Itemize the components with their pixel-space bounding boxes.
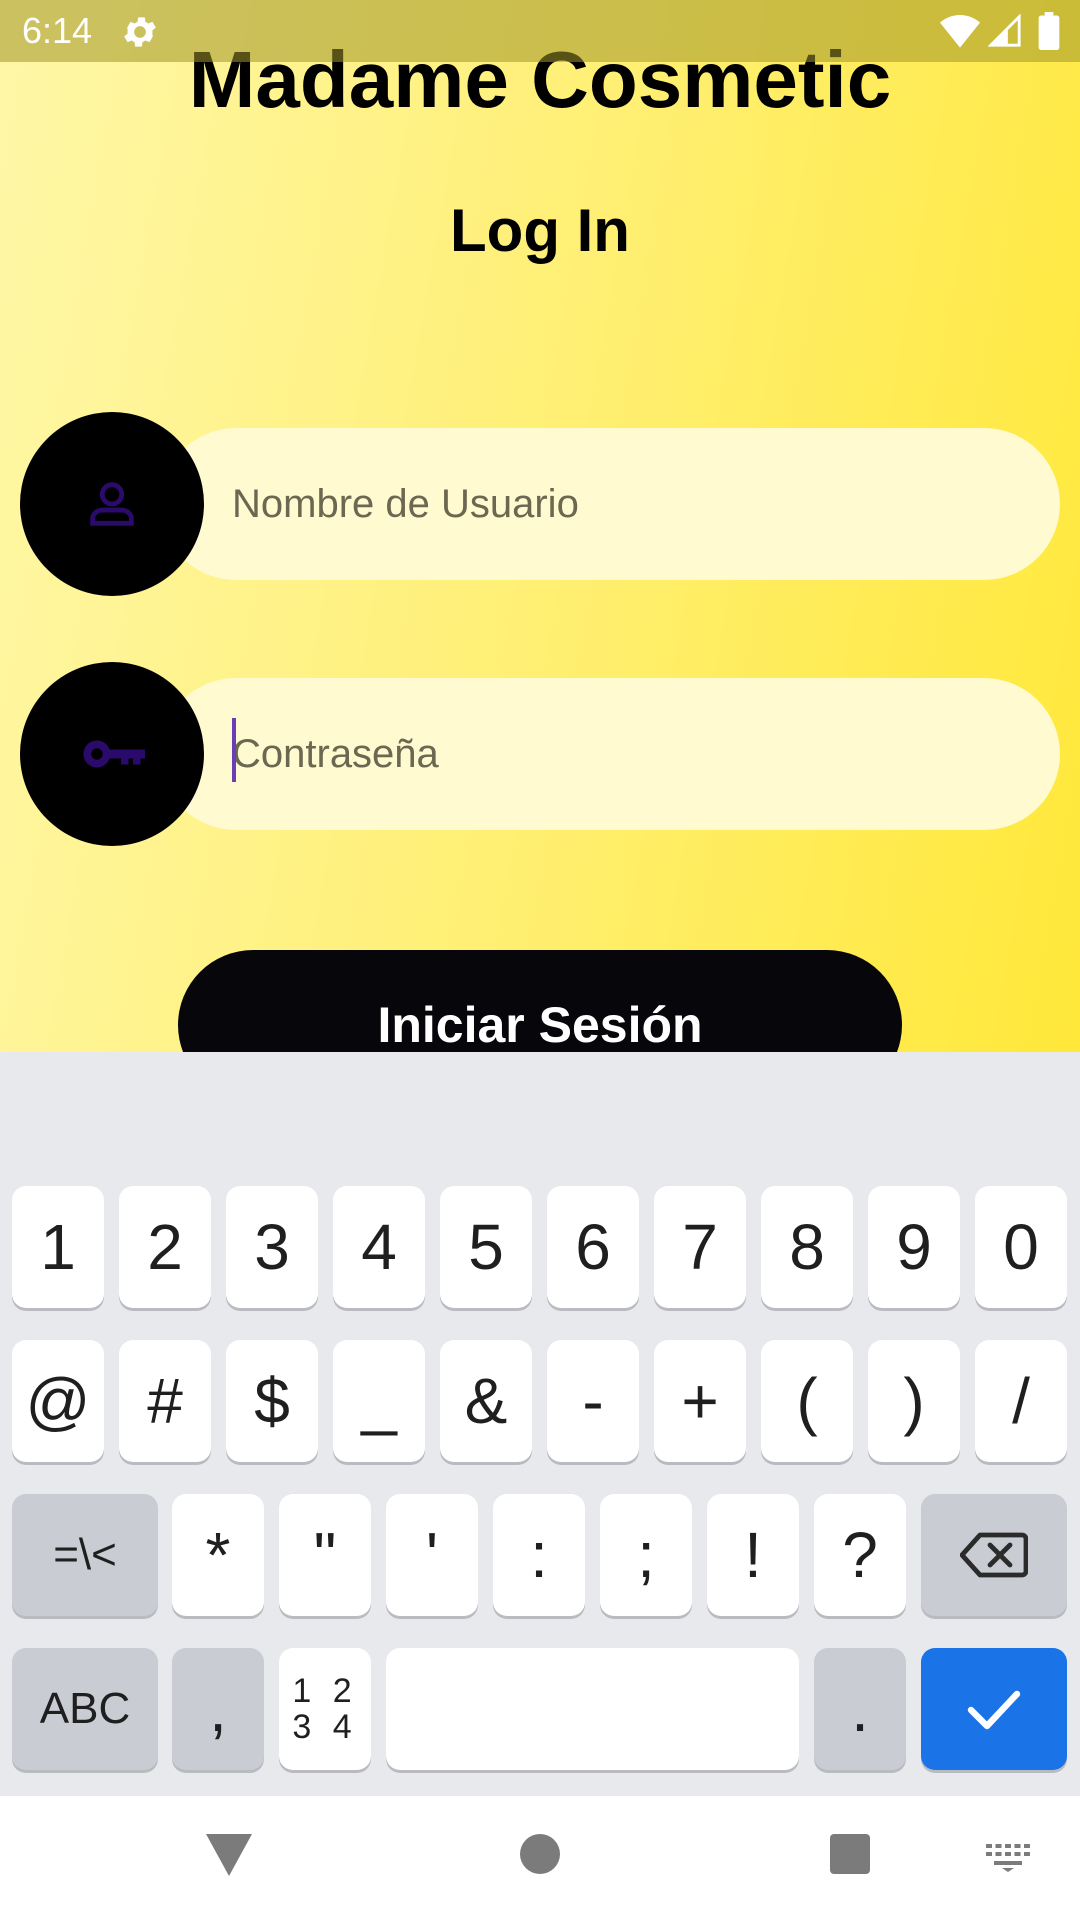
login-screen: 6:14 Madame Cosmetic Log In Nombre de Us… bbox=[0, 0, 1080, 1052]
key-comma[interactable]: , bbox=[172, 1648, 264, 1770]
key-double-quote[interactable]: " bbox=[279, 1494, 371, 1616]
keyboard: 1 2 3 4 5 6 7 8 9 0 @ # $ _ & - + ( ) / … bbox=[0, 1052, 1080, 1796]
username-input[interactable] bbox=[232, 428, 1012, 580]
battery-icon bbox=[1038, 12, 1060, 50]
key-4[interactable]: 4 bbox=[333, 1186, 425, 1308]
key-hash[interactable]: # bbox=[119, 1340, 211, 1462]
key-8[interactable]: 8 bbox=[761, 1186, 853, 1308]
check-icon bbox=[967, 1690, 1021, 1730]
home-icon[interactable] bbox=[520, 1834, 560, 1874]
recents-icon[interactable] bbox=[830, 1834, 870, 1874]
gear-icon bbox=[124, 17, 156, 47]
login-button[interactable]: Iniciar Sesión bbox=[178, 950, 902, 1052]
key-1[interactable]: 1 bbox=[12, 1186, 104, 1308]
key-icon bbox=[83, 740, 145, 768]
key-exclamation[interactable]: ! bbox=[707, 1494, 799, 1616]
enter-key[interactable] bbox=[921, 1648, 1067, 1770]
key-minus[interactable]: - bbox=[547, 1340, 639, 1462]
navigation-bar bbox=[0, 1796, 1080, 1920]
page-title: Log In bbox=[450, 197, 630, 264]
key-abc[interactable]: ABC bbox=[12, 1648, 158, 1770]
key-question[interactable]: ? bbox=[814, 1494, 906, 1616]
keyboard-switch-icon[interactable] bbox=[986, 1844, 1030, 1872]
key-colon[interactable]: : bbox=[493, 1494, 585, 1616]
user-icon bbox=[90, 482, 134, 526]
key-open-paren[interactable]: ( bbox=[761, 1340, 853, 1462]
password-icon-circle bbox=[20, 662, 204, 846]
key-underscore[interactable]: _ bbox=[333, 1340, 425, 1462]
text-cursor bbox=[232, 718, 236, 782]
key-numpad[interactable]: 1 2 3 4 bbox=[279, 1648, 371, 1770]
key-ampersand[interactable]: & bbox=[440, 1340, 532, 1462]
key-dollar[interactable]: $ bbox=[226, 1340, 318, 1462]
key-close-paren[interactable]: ) bbox=[868, 1340, 960, 1462]
back-icon[interactable] bbox=[206, 1834, 252, 1876]
key-period[interactable]: . bbox=[814, 1648, 906, 1770]
signal-icon bbox=[988, 14, 1021, 47]
key-0[interactable]: 0 bbox=[975, 1186, 1067, 1308]
wifi-icon bbox=[940, 15, 980, 48]
password-input[interactable] bbox=[232, 678, 1012, 830]
key-more-symbols[interactable]: =\< bbox=[12, 1494, 158, 1616]
key-at[interactable]: @ bbox=[12, 1340, 104, 1462]
username-field[interactable] bbox=[160, 428, 1060, 580]
key-2[interactable]: 2 bbox=[119, 1186, 211, 1308]
numpad-label-bottom: 3 4 bbox=[292, 1708, 358, 1746]
backspace-key[interactable] bbox=[921, 1494, 1067, 1616]
key-plus[interactable]: + bbox=[654, 1340, 746, 1462]
password-field[interactable] bbox=[160, 678, 1060, 830]
username-icon-circle bbox=[20, 412, 204, 596]
key-asterisk[interactable]: * bbox=[172, 1494, 264, 1616]
status-bar: 6:14 bbox=[0, 0, 1080, 62]
space-key[interactable] bbox=[386, 1648, 799, 1770]
backspace-icon bbox=[960, 1532, 1028, 1578]
key-5[interactable]: 5 bbox=[440, 1186, 532, 1308]
numpad-label-top: 1 2 bbox=[292, 1672, 358, 1710]
key-semicolon[interactable]: ; bbox=[600, 1494, 692, 1616]
key-6[interactable]: 6 bbox=[547, 1186, 639, 1308]
status-time: 6:14 bbox=[22, 10, 93, 51]
key-9[interactable]: 9 bbox=[868, 1186, 960, 1308]
key-7[interactable]: 7 bbox=[654, 1186, 746, 1308]
key-slash[interactable]: / bbox=[975, 1340, 1067, 1462]
key-single-quote[interactable]: ' bbox=[386, 1494, 478, 1616]
key-3[interactable]: 3 bbox=[226, 1186, 318, 1308]
